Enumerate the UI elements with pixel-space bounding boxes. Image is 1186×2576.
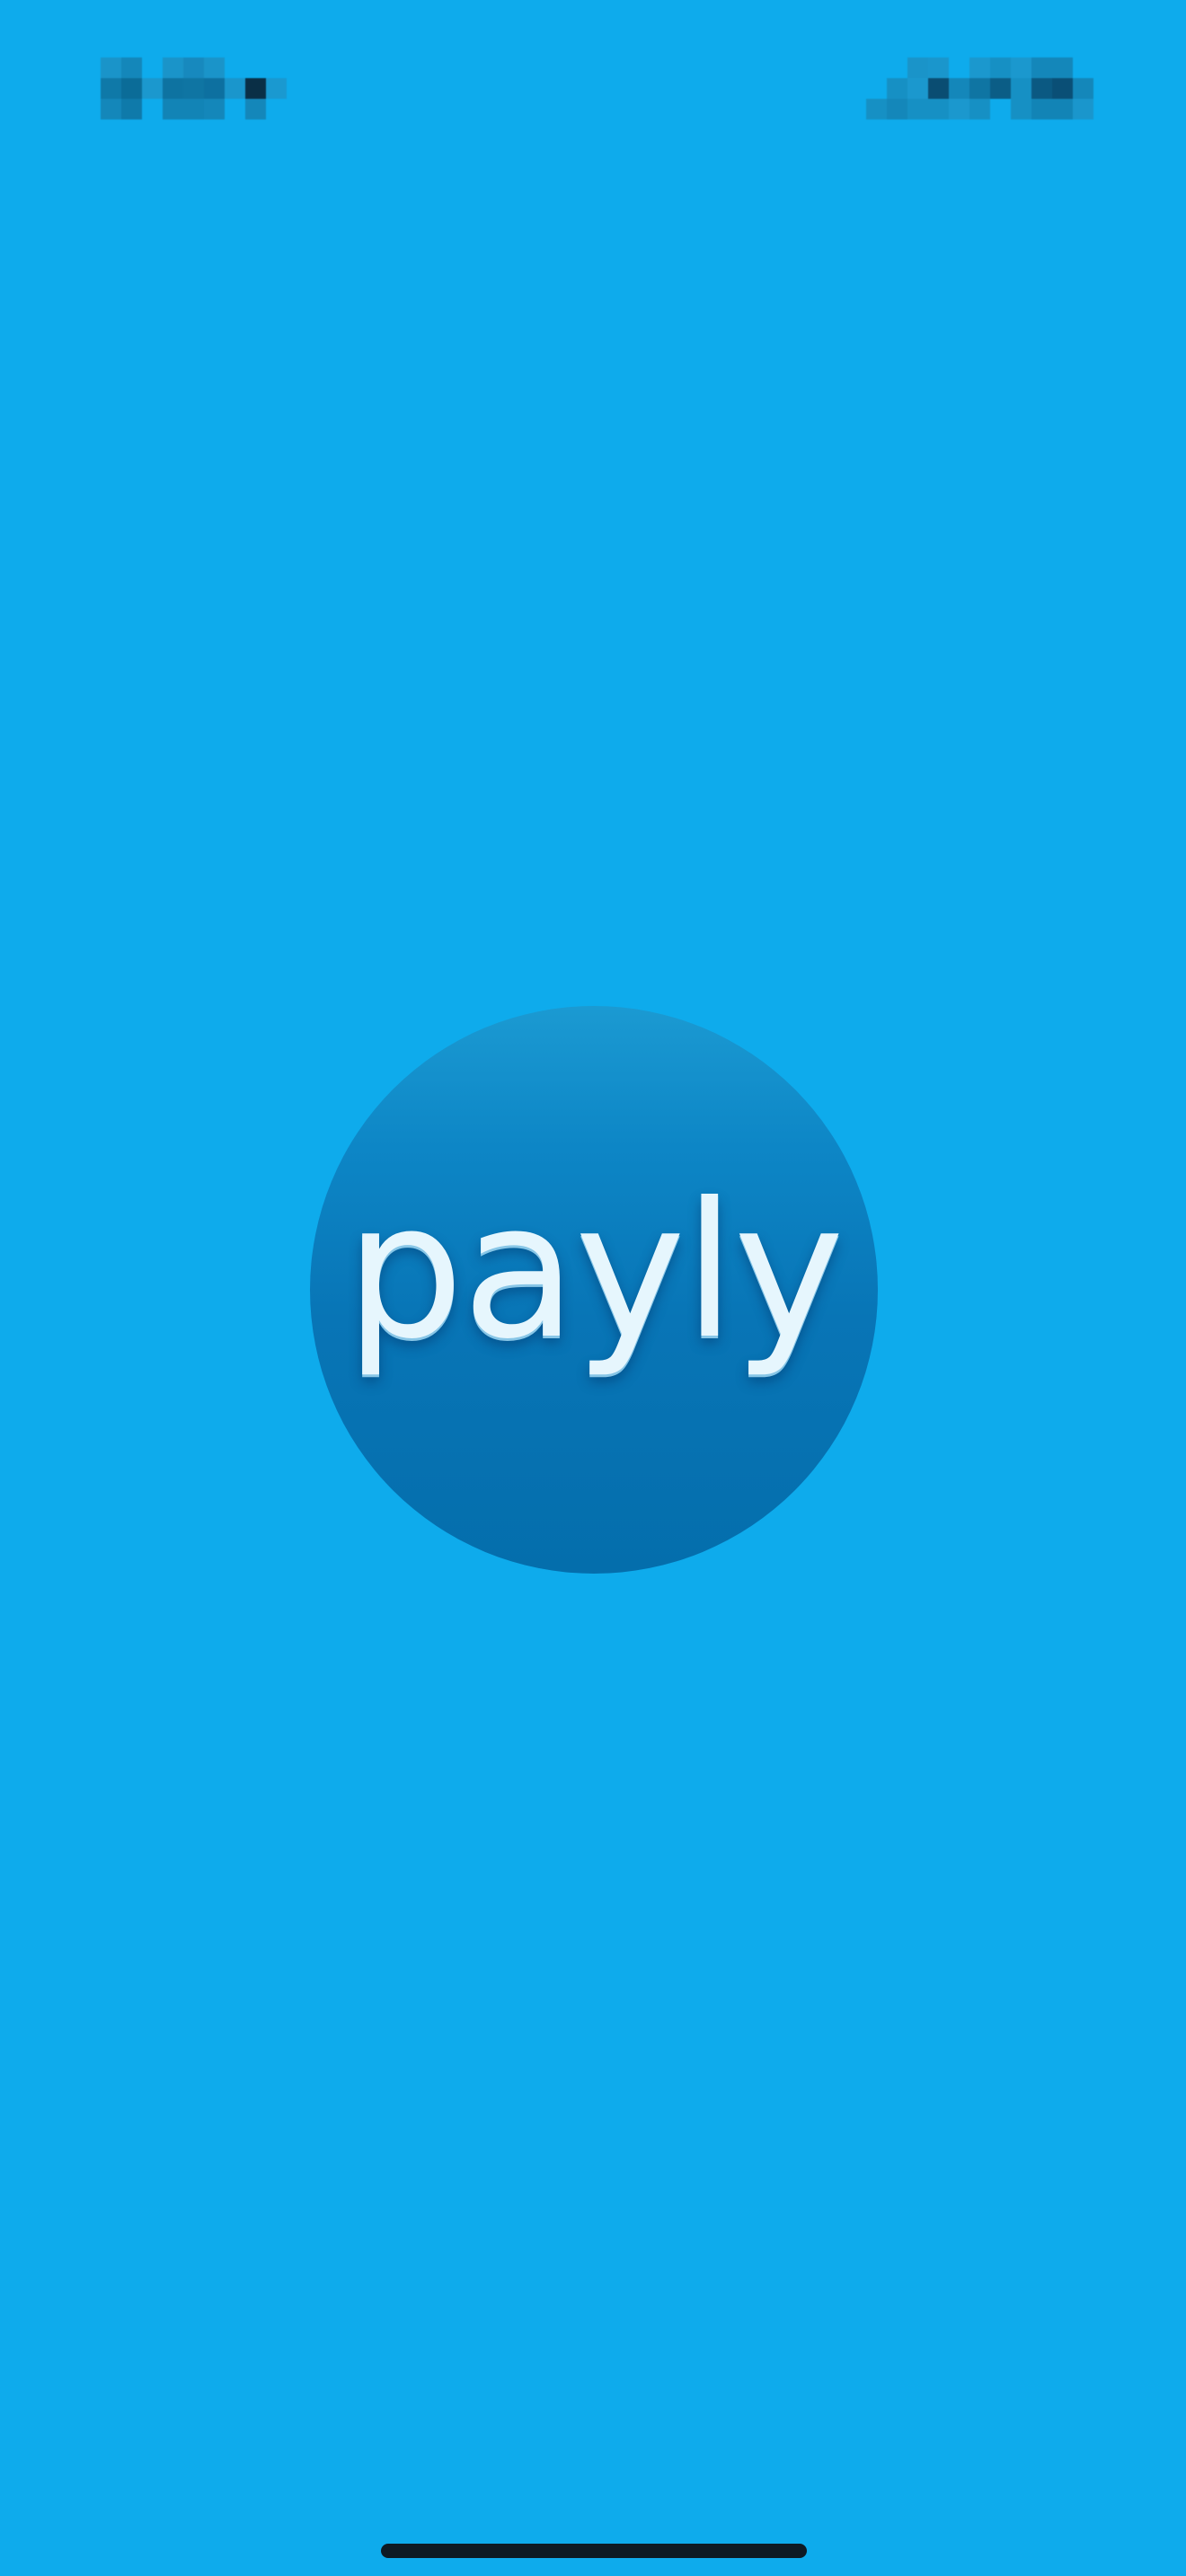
app-logo-wordmark: payly — [345, 1163, 844, 1381]
status-indicators-obscured — [866, 57, 1111, 126]
splash-screen: payly — [0, 0, 1186, 2576]
app-logo: payly — [310, 1006, 878, 1574]
home-indicator[interactable] — [381, 2544, 807, 2558]
status-time-obscured — [101, 57, 289, 126]
status-bar — [0, 0, 1186, 144]
